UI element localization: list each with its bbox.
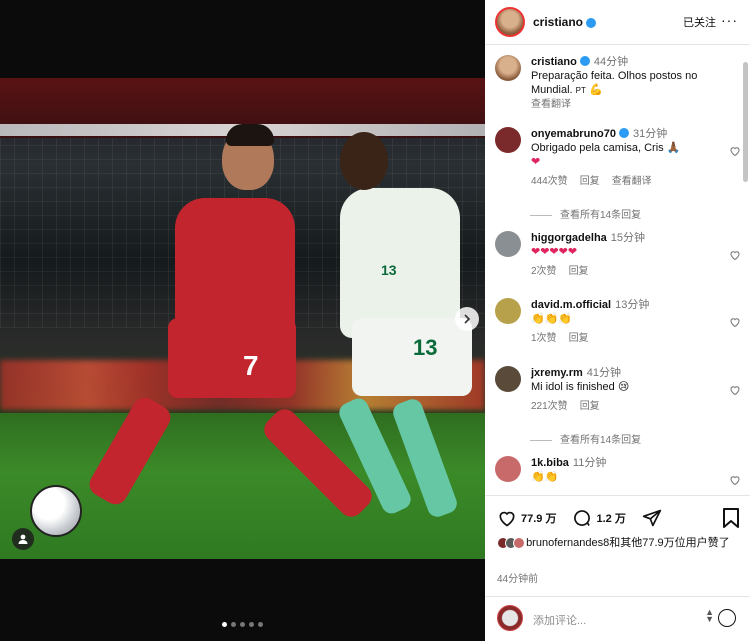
heart-icon[interactable] [729,384,741,396]
jersey-number: 7 [243,350,259,381]
post-media: 13 13 7 [0,0,485,641]
comment-time: 13分钟 [615,299,650,311]
liker-avatars[interactable] [497,537,525,550]
comment-username[interactable]: higgorgadelha [531,232,607,244]
post-header: cristiano 已关注 ··· [485,0,750,45]
likes-summary: brunofernandes8和其他77.9万位用户赞了 [497,536,742,550]
list-item: higgorgadelha 15分钟 ❤❤❤❤❤ 2次赞 回复 [495,231,740,279]
avatar[interactable] [495,456,521,482]
verified-icon [579,56,590,66]
translate-link[interactable]: 查看翻译 [612,176,652,187]
reply-button[interactable]: 回复 [569,333,589,344]
carousel-dot[interactable] [240,622,245,627]
caption-text: Preparação feita. Olhos postos no Mundia… [531,70,698,96]
avatar [497,605,523,631]
comment-username[interactable]: cristiano [531,56,577,68]
view-replies-button[interactable]: 查看所有14条回复 [530,206,641,221]
verified-icon [618,128,629,138]
comment-time: 31分钟 [632,128,668,140]
post-side-panel: cristiano 已关注 ··· cristiano 44分钟 Preparaç… [485,0,750,641]
more-options-icon[interactable]: ··· [721,12,738,28]
comment-text: Obrigado pela camisa, Cris 🙏🏾 [531,142,681,154]
comment-username[interactable]: 1k.biba [531,457,569,469]
player-white-shirt [340,188,460,338]
comment-likes[interactable]: 444次赞 [531,176,568,187]
list-item: 1k.biba 11分钟 👏👏 [495,456,740,486]
following-button[interactable]: 已关注 [683,14,716,30]
carousel-dots [0,622,485,627]
avatar[interactable] [495,231,521,257]
caption: cristiano 44分钟 Preparação feita. Olhos po… [495,55,725,112]
reply-button[interactable]: 回复 [569,266,589,277]
like-count[interactable]: 77.9 万 [521,510,556,526]
jersey-number: 13 [381,262,397,278]
add-comment-bar: 添加评论... ▲ ▼ [485,596,750,641]
reply-button[interactable]: 回复 [580,176,600,187]
caption-suffix: PT [575,86,586,95]
avatar[interactable] [495,7,525,37]
post-footer: 77.9 万 1.2 万 brunofernandes8和其他77.9万位用户赞… [485,495,750,641]
comment-time: 41分钟 [586,367,622,379]
comment-time: 44分钟 [593,56,629,68]
comment-input[interactable]: 添加评论... [533,612,586,628]
avatar[interactable] [495,55,521,81]
list-item: jxremy.rm 41分钟 Mi idol is finished 😢 221次… [495,366,740,414]
player-white-shorts [352,318,472,396]
player-red-hair [226,124,274,146]
heart-icon[interactable] [497,508,517,528]
comment-likes[interactable]: 1次赞 [531,333,557,344]
carousel-dot[interactable] [258,622,263,627]
verified-icon [586,18,597,28]
avatar[interactable] [495,127,521,153]
carousel-dot[interactable] [231,622,236,627]
player-white-head [340,132,388,190]
bookmark-icon[interactable] [722,508,740,528]
comments-list[interactable]: cristiano 44分钟 Preparação feita. Olhos po… [485,45,750,495]
action-bar: 77.9 万 1.2 万 [497,508,662,528]
comment-likes[interactable]: 2次赞 [531,266,557,277]
expand-stepper-icon[interactable]: ▲ ▼ [705,608,714,624]
comment-text: ❤❤❤❤❤ [531,246,578,258]
avatar[interactable] [495,298,521,324]
comment-text: Mi idol is finished 😢 [531,381,630,393]
comment-time: 11分钟 [572,457,607,469]
heart-icon[interactable] [729,249,741,261]
post-timestamp: 44分钟前 [497,574,539,585]
view-replies-button[interactable]: 查看所有14条回复 [530,431,641,446]
comment-username[interactable]: onyemabruno70 [531,128,616,140]
share-icon[interactable] [642,508,662,528]
heart-icon[interactable] [729,474,741,486]
comment-text-line2: ❤ [531,156,541,168]
carousel-dot[interactable] [222,622,227,627]
comment-text: 👏👏👏 [531,313,573,325]
comment-username[interactable]: jxremy.rm [531,367,583,379]
flexed-biceps-icon: 💪 [588,84,603,96]
user-tag-icon[interactable] [12,528,34,550]
comment-username[interactable]: david.m.official [531,299,611,311]
comment-count[interactable]: 1.2 万 [596,510,625,526]
chevron-right-icon[interactable] [455,307,479,331]
comment-icon[interactable] [572,508,592,528]
football [30,485,82,537]
comment-likes[interactable]: 221次赞 [531,401,568,412]
player-red-shorts [168,318,296,398]
heart-icon[interactable] [729,316,741,328]
post-photo[interactable]: 13 13 7 [0,78,485,559]
emoji-icon[interactable] [718,609,736,627]
comment-text: 👏👏 [531,471,559,483]
list-item: david.m.official 13分钟 👏👏👏 1次赞 回复 [495,298,740,346]
translate-link[interactable]: 查看翻译 [531,98,725,112]
likes-text[interactable]: brunofernandes8和其他77.9万位用户赞了 [526,537,730,549]
jersey-number: 13 [413,335,438,360]
heart-icon[interactable] [729,145,741,157]
reply-button[interactable]: 回复 [580,401,600,412]
avatar[interactable] [495,366,521,392]
list-item: onyemabruno70 31分钟 Obrigado pela camisa, … [495,127,740,189]
post-username[interactable]: cristiano [533,15,583,29]
carousel-dot[interactable] [249,622,254,627]
comment-time: 15分钟 [610,232,646,244]
scrollbar[interactable] [743,62,748,182]
